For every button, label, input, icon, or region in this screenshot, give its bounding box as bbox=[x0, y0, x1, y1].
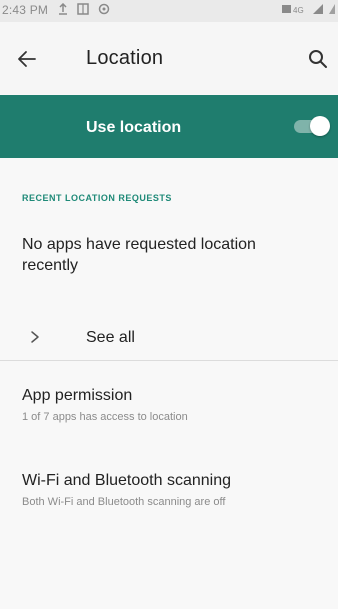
back-button[interactable] bbox=[14, 46, 40, 72]
photo-icon bbox=[77, 3, 89, 15]
sync-icon bbox=[98, 3, 110, 15]
use-location-label: Use location bbox=[86, 119, 182, 136]
battery-icon bbox=[328, 3, 336, 15]
use-location-switch-bar[interactable]: Use location bbox=[0, 95, 338, 158]
pref-title: Wi-Fi and Bluetooth scanning bbox=[22, 472, 231, 489]
signal-icon bbox=[312, 3, 324, 15]
see-all-label: See all bbox=[86, 329, 135, 346]
status-bar: 2:43 PM 4G bbox=[0, 0, 338, 22]
upload-icon bbox=[58, 3, 68, 15]
network-4g-icon: 4G bbox=[282, 3, 308, 15]
divider bbox=[0, 360, 338, 361]
recent-requests-header: RECENT LOCATION REQUESTS bbox=[22, 193, 172, 203]
toggle-thumb bbox=[310, 116, 330, 136]
app-bar: Location bbox=[0, 22, 338, 94]
search-icon bbox=[309, 50, 327, 68]
svg-text:4G: 4G bbox=[293, 6, 304, 15]
status-system-icons: 4G bbox=[282, 3, 336, 15]
arrow-left-icon bbox=[18, 51, 36, 67]
page-title: Location bbox=[86, 47, 164, 69]
app-permission-item[interactable]: App permission 1 of 7 apps has access to… bbox=[0, 387, 338, 443]
search-button[interactable] bbox=[306, 47, 330, 71]
wifi-bluetooth-scanning-item[interactable]: Wi-Fi and Bluetooth scanning Both Wi-Fi … bbox=[0, 472, 338, 528]
status-notification-icons bbox=[58, 3, 110, 15]
chevron-right-icon bbox=[31, 331, 39, 343]
pref-summary: 1 of 7 apps has access to location bbox=[22, 411, 188, 423]
location-settings-screen: 2:43 PM 4G Location Use location RECENT … bbox=[0, 0, 338, 609]
status-time: 2:43 PM bbox=[2, 3, 49, 17]
pref-summary: Both Wi-Fi and Bluetooth scanning are of… bbox=[22, 496, 226, 508]
no-recent-requests-text: No apps have requested location recently bbox=[22, 236, 256, 274]
use-location-toggle[interactable] bbox=[292, 116, 332, 136]
pref-title: App permission bbox=[22, 387, 133, 404]
